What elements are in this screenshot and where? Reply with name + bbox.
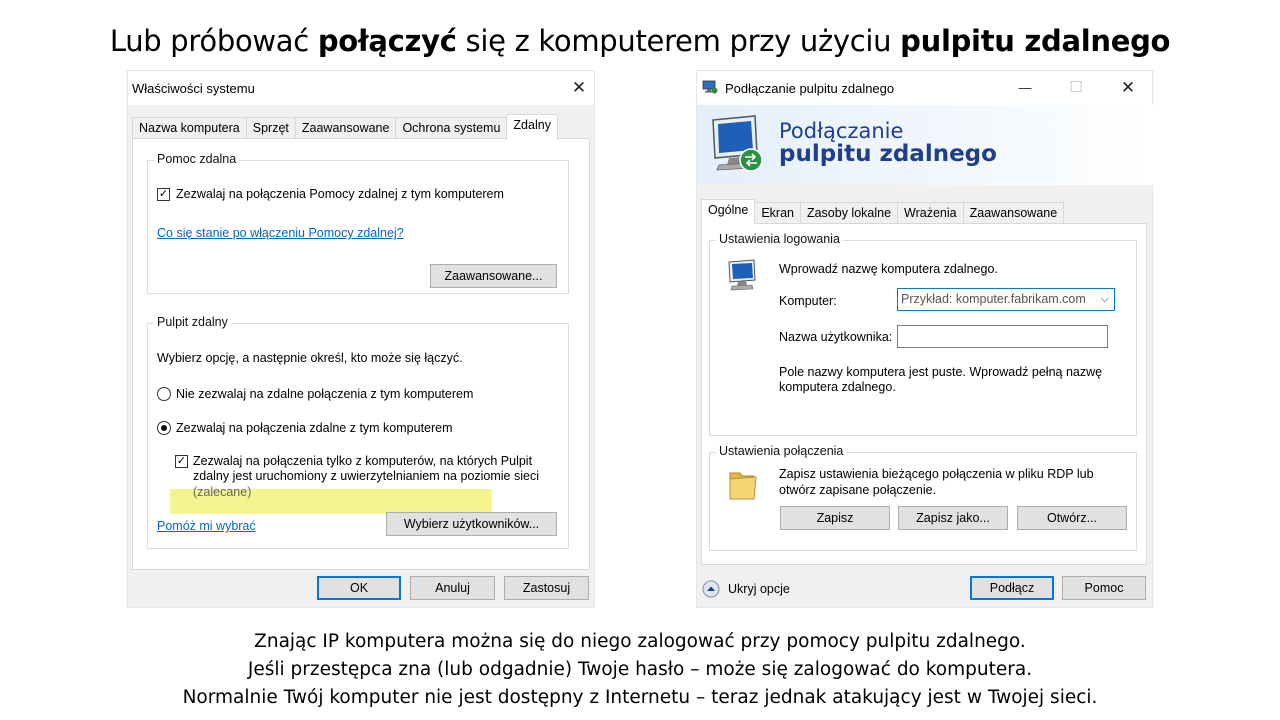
footer-line-1: Znając IP komputera można się do niego z… <box>254 631 1026 652</box>
remote-desktop-titlebar: Podłączanie pulpitu zdalnego — ☐ ✕ <box>697 71 1152 105</box>
tab-hardware[interactable]: Sprzęt <box>245 117 296 139</box>
connection-text-line-2: otwórz zapisane połączenie. <box>779 483 937 497</box>
general-tab-panel: Ustawienia logowania Wprowadź nazwę komp… <box>701 223 1147 565</box>
logon-settings-group: Ustawienia logowania Wprowadź nazwę komp… <box>709 232 1137 436</box>
folder-icon <box>726 467 760 503</box>
minimize-icon[interactable]: — <box>1008 75 1042 101</box>
window-title: Właściwości systemu <box>132 81 255 96</box>
system-properties-titlebar: Właściwości systemu ✕ <box>128 71 594 105</box>
slide-footer: Znając IP komputera można się do niego z… <box>0 628 1280 712</box>
rdp-banner: Podłączanie pulpitu zdalnego <box>697 105 1153 185</box>
tab-local-resources[interactable]: Zasoby lokalne <box>799 202 899 224</box>
remote-assistance-legend: Pomoc zdalna <box>154 152 240 166</box>
footer-line-3: Normalnie Twój komputer nie jest dostępn… <box>182 687 1098 708</box>
system-properties-tabs: Nazwa komputera Sprzęt Zaawansowane Ochr… <box>132 114 558 139</box>
remote-assistance-help-link[interactable]: Co się stanie po włączeniu Pomocy zdalne… <box>157 226 404 240</box>
connection-settings-legend: Ustawienia połączenia <box>716 444 847 458</box>
save-as-button[interactable]: Zapisz jako... <box>898 506 1008 530</box>
apply-button[interactable]: Zastosuj <box>504 576 589 600</box>
computer-label: Komputer: <box>779 294 837 308</box>
computer-icon <box>726 259 762 291</box>
computer-placeholder: Przykład: komputer.fabrikam.com <box>901 292 1086 306</box>
remote-desktop-dialog: Podłączanie pulpitu zdalnego — ☐ ✕ Podłą… <box>696 70 1153 608</box>
help-me-choose-link[interactable]: Pomóż mi wybrać <box>157 519 256 533</box>
deny-remote-radio[interactable] <box>157 387 171 401</box>
title-part-1: Lub próbować <box>109 24 318 58</box>
remote-assistance-group: Pomoc zdalna ✓ Zezwalaj na połączenia Po… <box>147 152 569 294</box>
tab-system-protection[interactable]: Ochrona systemu <box>395 117 508 139</box>
banner-title-line-2: pulpitu zdalnego <box>779 141 997 167</box>
title-bold-2: pulpitu zdalnego <box>900 24 1171 58</box>
ok-button[interactable]: OK <box>317 576 401 600</box>
maximize-icon: ☐ <box>1069 79 1083 96</box>
logon-instruction: Wprowadź nazwę komputera zdalnego. <box>779 262 998 276</box>
save-button[interactable]: Zapisz <box>780 506 890 530</box>
allow-remote-radio[interactable] <box>157 421 171 435</box>
slide-title: Lub próbować połączyć się z komputerem p… <box>0 24 1280 58</box>
connect-button[interactable]: Podłącz <box>970 576 1054 600</box>
allow-remote-assistance-label: Zezwalaj na połączenia Pomocy zdalnej z … <box>176 187 504 201</box>
computer-combobox[interactable]: Przykład: komputer.fabrikam.com ⌵ <box>897 288 1115 311</box>
tab-display[interactable]: Ekran <box>754 202 801 224</box>
remote-desktop-legend: Pulpit zdalny <box>154 315 231 329</box>
system-properties-dialog: Właściwości systemu ✕ Nazwa komputera Sp… <box>127 70 595 608</box>
select-users-button[interactable]: Wybierz użytkowników... <box>386 512 557 536</box>
cancel-button[interactable]: Anuluj <box>410 576 495 600</box>
username-input[interactable] <box>897 325 1108 348</box>
nla-checkbox[interactable]: ✓ <box>175 455 188 468</box>
collapse-options-icon[interactable] <box>702 580 720 598</box>
tab-remote[interactable]: Zdalny <box>506 114 558 139</box>
rdp-app-icon <box>702 80 718 94</box>
help-button[interactable]: Pomoc <box>1062 576 1146 600</box>
footer-line-2: Jeśli przestępca zna (lub odgadnie) Twoj… <box>247 659 1033 680</box>
advanced-button[interactable]: Zaawansowane... <box>430 264 557 288</box>
chevron-down-icon[interactable]: ⌵ <box>1101 289 1109 310</box>
nla-label-line-2: zdalny jest uruchomiony z uwierzytelnian… <box>193 469 539 483</box>
title-part-2: się z komputerem przy użyciu <box>456 24 901 58</box>
nla-label-line-1: Zezwalaj na połączenia tylko z komputeró… <box>193 454 533 468</box>
logon-settings-legend: Ustawienia logowania <box>716 232 843 246</box>
logon-note-line-2: komputera zdalnego. <box>779 380 896 394</box>
close-icon[interactable]: ✕ <box>1111 75 1145 101</box>
tab-rdp-advanced[interactable]: Zaawansowane <box>962 202 1065 224</box>
connection-settings-group: Ustawienia połączenia Zapisz ustawienia … <box>709 444 1137 551</box>
logon-note-line-1: Pole nazwy komputera jest puste. Wprowad… <box>779 365 1103 379</box>
rdp-window-title: Podłączanie pulpitu zdalnego <box>725 81 895 96</box>
username-label: Nazwa użytkownika: <box>779 330 893 344</box>
rdp-monitor-icon <box>709 114 769 176</box>
title-bold-1: połączyć <box>317 24 457 58</box>
rdp-tabs: Ogólne Ekran Zasoby lokalne Wrażenia Zaa… <box>701 199 1065 224</box>
allow-remote-label: Zezwalaj na połączenia zdalne z tym komp… <box>176 421 453 435</box>
allow-remote-assistance-checkbox[interactable]: ✓ <box>157 188 170 201</box>
tab-experience[interactable]: Wrażenia <box>897 202 964 224</box>
deny-remote-label: Nie zezwalaj na zdalne połączenia z tym … <box>176 387 474 401</box>
close-icon[interactable]: ✕ <box>562 75 596 101</box>
tab-general[interactable]: Ogólne <box>701 199 756 224</box>
connection-text-line-1: Zapisz ustawienia bieżącego połączenia w… <box>779 467 1094 481</box>
tab-computer-name[interactable]: Nazwa komputera <box>132 117 247 139</box>
open-button[interactable]: Otwórz... <box>1017 506 1127 530</box>
nla-label-line-3: (zalecane) <box>193 485 252 499</box>
remote-tab-panel: Pomoc zdalna ✓ Zezwalaj na połączenia Po… <box>132 138 590 570</box>
tab-advanced[interactable]: Zaawansowane <box>294 117 397 139</box>
banner-title-line-1: Podłączanie <box>779 119 904 143</box>
remote-desktop-group: Pulpit zdalny Wybierz opcję, a następnie… <box>147 315 569 549</box>
remote-desktop-instruction: Wybierz opcję, a następnie określ, kto m… <box>157 351 463 365</box>
hide-options-label[interactable]: Ukryj opcje <box>728 582 790 596</box>
